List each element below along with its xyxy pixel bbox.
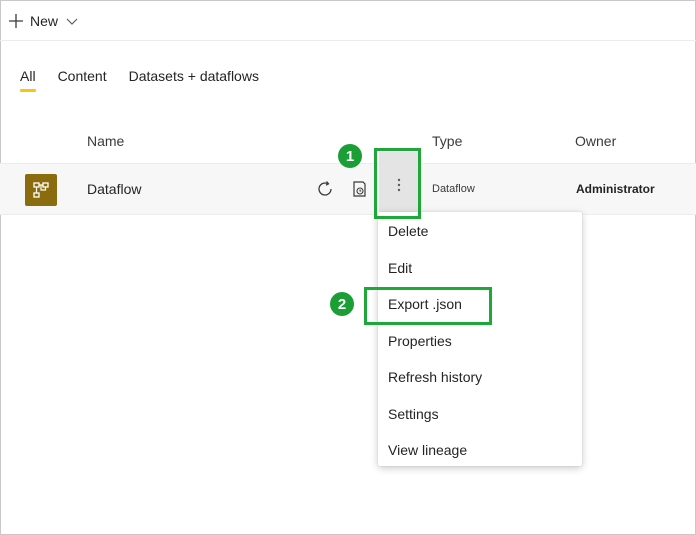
new-button[interactable]: New	[8, 10, 78, 32]
more-options-button[interactable]	[379, 152, 419, 217]
tab-bar: All Content Datasets + dataflows	[20, 68, 281, 92]
toolbar: New	[0, 0, 696, 41]
tab-content[interactable]: Content	[58, 68, 107, 92]
tab-datasets-dataflows[interactable]: Datasets + dataflows	[129, 68, 259, 92]
menu-item-view-lineage[interactable]: View lineage	[388, 442, 467, 458]
chevron-down-icon	[66, 18, 78, 25]
row-type: Dataflow	[432, 183, 475, 195]
schedule-refresh-icon[interactable]	[350, 179, 370, 199]
menu-item-export-json[interactable]: Export .json	[388, 296, 462, 312]
step-badge-1: 1	[338, 144, 362, 168]
row-owner: Administrator	[576, 182, 655, 196]
menu-item-properties[interactable]: Properties	[388, 333, 452, 349]
plus-icon	[9, 14, 23, 28]
refresh-icon[interactable]	[315, 179, 335, 199]
menu-item-refresh-history[interactable]: Refresh history	[388, 369, 482, 385]
step-badge-2: 2	[330, 292, 354, 316]
dataflow-icon	[25, 174, 57, 206]
context-menu: Delete Edit Export .json Properties Refr…	[378, 212, 582, 466]
menu-item-delete[interactable]: Delete	[388, 223, 428, 239]
new-button-label: New	[30, 13, 59, 29]
column-header-owner[interactable]: Owner	[575, 133, 616, 149]
table-row[interactable]: Dataflow Dataflow Administrator	[0, 163, 696, 215]
tab-all[interactable]: All	[20, 68, 36, 92]
more-vertical-icon	[397, 178, 401, 191]
menu-item-settings[interactable]: Settings	[388, 406, 439, 422]
column-header-type[interactable]: Type	[432, 133, 462, 149]
row-name[interactable]: Dataflow	[87, 181, 141, 197]
menu-item-edit[interactable]: Edit	[388, 260, 412, 276]
column-header-name[interactable]: Name	[87, 133, 124, 149]
